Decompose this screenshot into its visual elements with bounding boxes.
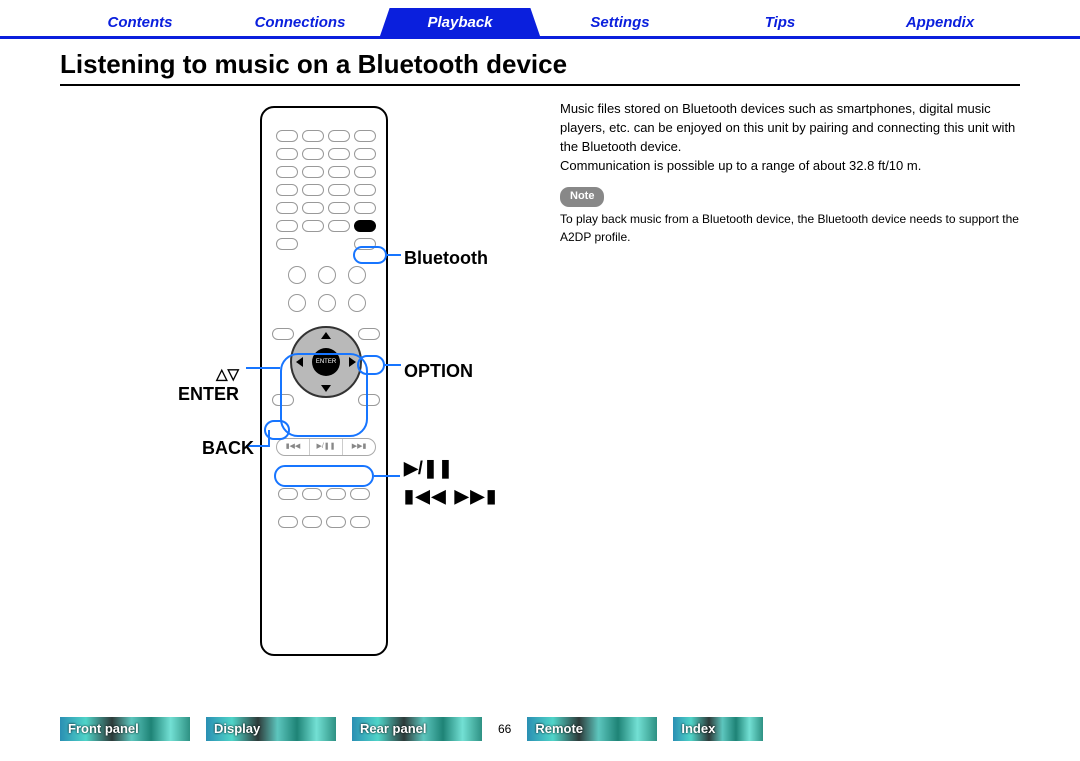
tab-appendix[interactable]: Appendix: [860, 8, 1020, 36]
tab-playback[interactable]: Playback: [380, 8, 540, 36]
remote-button: [328, 148, 350, 160]
callout-bluetooth: Bluetooth: [404, 248, 488, 269]
callout-skip: ▮◀◀ ▶▶▮: [404, 486, 498, 507]
remote-button: [276, 148, 298, 160]
footer-remote[interactable]: Remote: [527, 717, 657, 741]
remote-option-button: [358, 328, 380, 340]
remote-diagram: ENTER ▮◀◀ ▶/❚❚ ▶▶▮: [60, 100, 540, 660]
remote-button: [348, 294, 366, 312]
callout-option: OPTION: [404, 361, 473, 382]
remote-button: [354, 184, 376, 196]
remote-button: [278, 516, 298, 528]
prev-track-icon: ▮◀◀: [277, 439, 310, 455]
footer-front-panel[interactable]: Front panel: [60, 717, 190, 741]
remote-button: [350, 516, 370, 528]
leader-line: [374, 475, 400, 477]
note-text: To play back music from a Bluetooth devi…: [560, 211, 1020, 246]
callout-enter-text: ENTER: [178, 384, 239, 404]
remote-button: [350, 488, 370, 500]
footer-index[interactable]: Index: [673, 717, 763, 741]
page-title: Listening to music on a Bluetooth device: [60, 49, 1020, 80]
up-arrow-icon: [321, 332, 331, 339]
text-column: Music files stored on Bluetooth devices …: [560, 100, 1020, 660]
note-badge: Note: [560, 187, 604, 207]
remote-button: [328, 130, 350, 142]
leader-line: [387, 254, 401, 256]
title-bar: Listening to music on a Bluetooth device: [60, 49, 1020, 86]
intro-paragraph-1: Music files stored on Bluetooth devices …: [560, 100, 1020, 157]
play-pause-icon: ▶/❚❚: [310, 439, 343, 455]
leader-line: [268, 430, 270, 447]
highlight-nav: [280, 353, 368, 437]
remote-button: [354, 202, 376, 214]
highlight-bluetooth: [353, 246, 387, 264]
remote-info-button: [272, 328, 294, 340]
remote-button: [302, 202, 324, 214]
remote-button: [276, 184, 298, 196]
remote-button: [302, 220, 324, 232]
remote-button: [302, 184, 324, 196]
remote-button: [354, 130, 376, 142]
remote-button: [288, 266, 306, 284]
leader-line: [246, 367, 280, 369]
remote-button: [348, 266, 366, 284]
remote-button: [276, 238, 298, 250]
remote-button: [276, 166, 298, 178]
remote-button: [326, 488, 346, 500]
callout-play-pause: ▶/❚❚: [404, 458, 453, 479]
remote-button: [276, 220, 298, 232]
highlight-option: [357, 355, 385, 375]
intro-paragraph-2: Communication is possible up to a range …: [560, 157, 1020, 176]
leader-line: [385, 364, 401, 366]
remote-button: [302, 148, 324, 160]
remote-button: [276, 130, 298, 142]
remote-button: [278, 488, 298, 500]
remote-button: [318, 294, 336, 312]
remote-button: [328, 184, 350, 196]
callout-back: BACK: [202, 438, 254, 459]
highlight-playback: [274, 465, 374, 487]
remote-sound-mode: [278, 516, 370, 528]
footer-rear-panel[interactable]: Rear panel: [352, 717, 482, 741]
page-number: 66: [498, 722, 511, 736]
tab-contents[interactable]: Contents: [60, 8, 220, 36]
remote-button: [328, 166, 350, 178]
remote-button: [354, 148, 376, 160]
remote-button: [302, 488, 322, 500]
footer-display[interactable]: Display: [206, 717, 336, 741]
remote-button: [326, 516, 346, 528]
tab-tips[interactable]: Tips: [700, 8, 860, 36]
tab-settings[interactable]: Settings: [540, 8, 700, 36]
remote-bluetooth-button: [354, 220, 376, 232]
remote-button: [318, 266, 336, 284]
callout-enter: △▽ ENTER: [178, 363, 239, 405]
remote-button: [354, 166, 376, 178]
next-track-icon: ▶▶▮: [343, 439, 375, 455]
remote-button: [328, 202, 350, 214]
remote-button: [288, 294, 306, 312]
remote-playback-row: ▮◀◀ ▶/❚❚ ▶▶▮: [276, 438, 376, 456]
up-down-arrows-icon: △▽: [216, 366, 239, 383]
top-nav: Contents Connections Playback Settings T…: [0, 0, 1080, 39]
remote-button: [302, 130, 324, 142]
remote-button: [302, 166, 324, 178]
content: ENTER ▮◀◀ ▶/❚❚ ▶▶▮: [0, 96, 1080, 660]
remote-smart-select: [278, 488, 370, 500]
footer-nav: Front panel Display Rear panel 66 Remote…: [60, 717, 1020, 741]
remote-button: [276, 202, 298, 214]
tab-connections[interactable]: Connections: [220, 8, 380, 36]
remote-button: [302, 516, 322, 528]
remote-button: [328, 220, 350, 232]
